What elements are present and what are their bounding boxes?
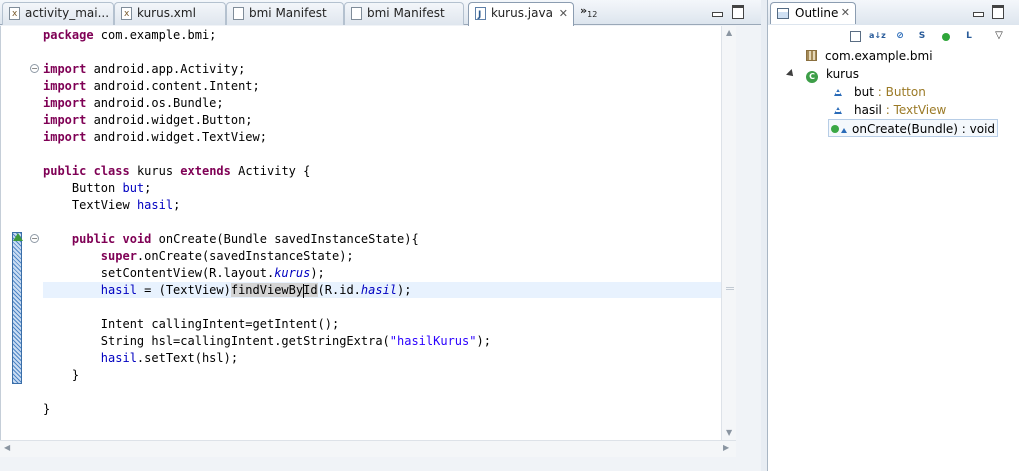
quick-diff-change-bar: [12, 232, 22, 384]
tab-label: activity_mai...: [25, 6, 110, 20]
tree-item-field-hasil[interactable]: hasil : TextView: [832, 101, 946, 119]
outline-icon: [777, 8, 789, 19]
protected-field-icon: [834, 107, 842, 114]
code-line: }: [43, 402, 51, 416]
package-icon: [806, 50, 817, 61]
hide-static-icon[interactable]: S: [915, 30, 929, 44]
outline-view: Outline ✕ a↓z ⊘ S L ▽ com.example.bmi Ck…: [767, 0, 1019, 471]
java-file-icon: [475, 5, 486, 26]
outline-header: Outline ✕: [768, 0, 1019, 25]
tree-item-class[interactable]: Ckurus: [806, 65, 859, 83]
outline-title: Outline: [795, 6, 839, 20]
scroll-left-icon[interactable]: ◀: [4, 443, 10, 452]
hide-nonpublic-icon[interactable]: [939, 30, 953, 44]
tab-bmi-manifest-1[interactable]: bmi Manifest: [226, 2, 344, 25]
tab-bmi-manifest-2[interactable]: bmi Manifest: [344, 2, 464, 25]
fold-collapse-icon[interactable]: −: [30, 64, 39, 73]
hide-local-types-icon[interactable]: L: [962, 30, 976, 44]
code-line: import android.os.Bundle;: [43, 96, 224, 110]
vertical-scrollbar[interactable]: ▲ ▼: [721, 26, 737, 440]
tab-overflow-button[interactable]: »12: [580, 4, 597, 19]
code-line: import android.widget.TextView;: [43, 130, 267, 144]
code-line: import android.content.Intent;: [43, 79, 260, 93]
class-icon: C: [806, 71, 818, 83]
code-line: }: [43, 368, 80, 382]
code-line: public void onCreate(Bundle savedInstanc…: [71, 232, 419, 246]
tab-outline[interactable]: Outline ✕: [770, 2, 856, 24]
sort-az-icon[interactable]: a↓z: [869, 30, 886, 44]
scroll-right-icon[interactable]: ▶: [723, 443, 729, 452]
protected-field-icon: [834, 89, 842, 96]
code-line: import android.widget.Button;: [43, 113, 253, 127]
override-icon: [841, 128, 847, 133]
tab-label: bmi Manifest: [249, 6, 327, 20]
tab-activity-main-xml[interactable]: activity_mai...: [2, 2, 114, 25]
xml-file-icon: [9, 4, 20, 25]
hide-fields-icon[interactable]: ⊘: [893, 30, 907, 44]
code-line: public class kurus extends Activity {: [43, 164, 311, 178]
public-method-icon: [831, 125, 839, 133]
code-line: package com.example.bmi;: [43, 28, 217, 42]
tab-kurus-java[interactable]: kurus.java ✕: [468, 2, 574, 26]
code-line: hasil.setText(hsl);: [100, 351, 239, 365]
close-icon[interactable]: ✕: [559, 3, 568, 24]
tab-label: bmi Manifest: [367, 6, 445, 20]
code-line: String hsl=callingIntent.getStringExtra(…: [100, 334, 491, 348]
maximize-icon[interactable]: [992, 5, 1004, 19]
tree-item-field-but[interactable]: but : Button: [832, 83, 926, 101]
tab-label: kurus.java: [491, 6, 553, 20]
scroll-down-icon[interactable]: ▼: [726, 428, 732, 437]
code-area[interactable]: − − package com.example.bmi; import andr…: [0, 26, 737, 440]
minimize-icon[interactable]: [711, 5, 723, 17]
tree-item-method-oncreate[interactable]: onCreate(Bundle) : void: [828, 119, 999, 137]
horizontal-scrollbar[interactable]: ◀ ▶: [0, 440, 736, 457]
code-line: super.onCreate(savedInstanceState);: [100, 249, 354, 263]
collapse-all-icon[interactable]: [850, 31, 861, 42]
manifest-file-icon: [233, 7, 244, 20]
hidden-tab-count: 12: [587, 10, 598, 20]
code-line: Button but;: [71, 181, 152, 195]
code-line-current: hasil = (TextView)findViewById(R.id.hasi…: [100, 283, 412, 298]
scroll-up-icon[interactable]: ▲: [726, 28, 732, 37]
tab-label: kurus.xml: [137, 6, 196, 20]
manifest-file-icon: [351, 7, 362, 20]
outline-toolbar: a↓z ⊘ S L ▽: [768, 25, 1019, 47]
tree-item-package[interactable]: com.example.bmi: [806, 47, 933, 65]
editor-tab-bar: activity_mai... kurus.xml bmi Manifest b…: [0, 0, 761, 26]
vertical-ruler: − −: [1, 26, 39, 440]
code-line: import android.app.Activity;: [43, 62, 246, 76]
xml-file-icon: [121, 4, 132, 25]
view-menu-icon[interactable]: ▽: [992, 30, 1006, 44]
override-indicator-icon[interactable]: [13, 233, 23, 241]
minimize-icon[interactable]: [972, 5, 984, 17]
close-icon[interactable]: ✕: [841, 3, 850, 23]
occurrence-highlight: findViewById: [230, 283, 318, 298]
overview-ruler: [736, 26, 761, 457]
fold-collapse-icon[interactable]: −: [30, 234, 39, 243]
code-line: TextView hasil;: [71, 198, 181, 212]
code-line: Intent callingIntent=getIntent();: [100, 317, 340, 331]
scrollbar-grip[interactable]: [726, 287, 734, 290]
maximize-icon[interactable]: [732, 5, 744, 19]
code-line: setContentView(R.layout.kurus);: [100, 266, 325, 280]
java-editor: activity_mai... kurus.xml bmi Manifest b…: [0, 0, 761, 471]
tree-expander-icon[interactable]: [786, 69, 796, 79]
tab-kurus-xml[interactable]: kurus.xml: [114, 2, 226, 25]
